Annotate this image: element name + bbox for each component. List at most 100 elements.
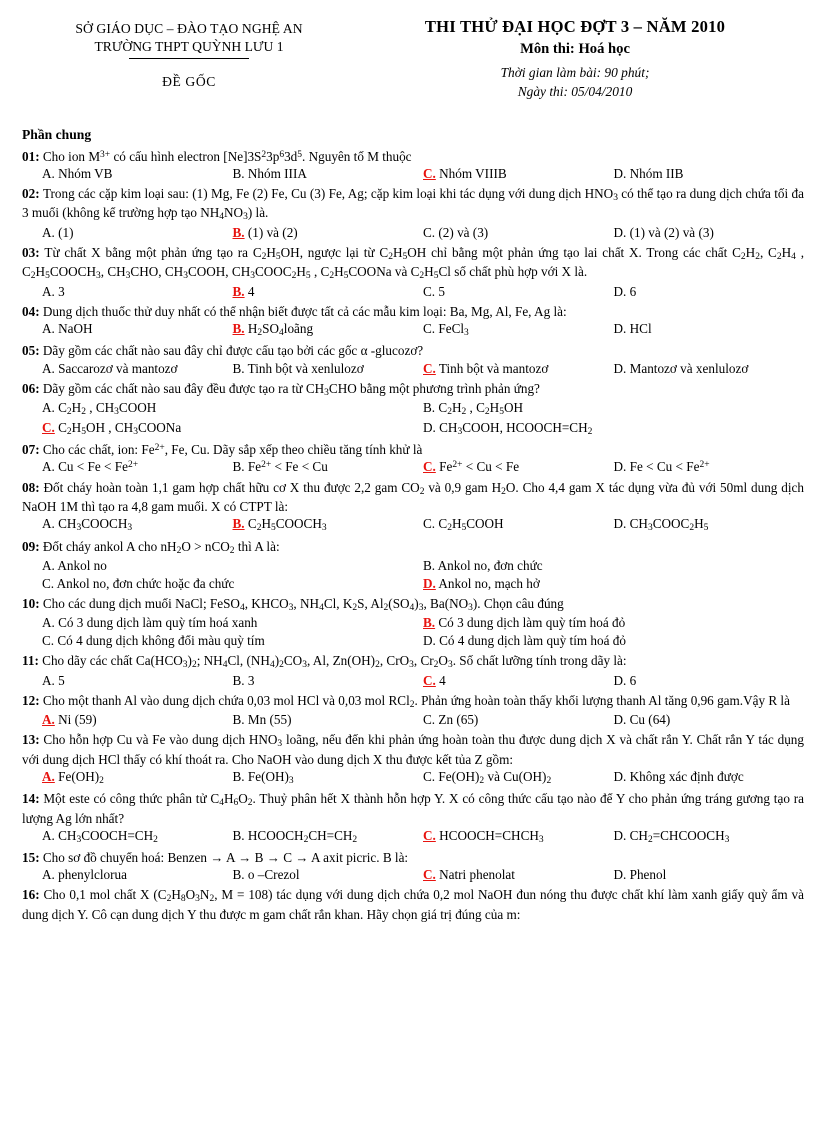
answer-option[interactable]: A. phenylclorua xyxy=(42,866,233,884)
answer-option[interactable]: B. o –Crezol xyxy=(233,866,424,884)
option-text: C2H5COOCH3 xyxy=(244,516,327,534)
answer-option[interactable]: A. Ankol no xyxy=(42,557,423,575)
option-label: D. xyxy=(613,283,627,299)
answer-option[interactable]: B. Mn (55) xyxy=(233,711,424,729)
answer-option[interactable]: C. (2) và (3) xyxy=(423,224,614,242)
answer-option-selected[interactable]: B. (1) và (2) xyxy=(233,224,424,242)
exam-date: Ngày thi: 05/04/2010 xyxy=(517,84,633,100)
option-text: C2H2 , C2H5OH xyxy=(435,400,523,418)
question-number: 01: xyxy=(22,148,43,164)
answer-option[interactable]: B. Ankol no, đơn chức xyxy=(423,557,804,575)
option-text: Nhóm VIIIB xyxy=(435,165,507,181)
answer-option[interactable]: A. CH3COOCH=CH2 xyxy=(42,827,233,847)
option-label: A. xyxy=(42,867,55,883)
answer-option-selected[interactable]: B. H2SO4loãng xyxy=(233,320,424,340)
answer-option[interactable]: A. Nhóm VB xyxy=(42,165,233,183)
answer-option-selected[interactable]: B. Có 3 dung dịch làm quỳ tím hoá đỏ xyxy=(423,614,804,632)
answer-option[interactable]: A. Cu < Fe < Fe2+ xyxy=(42,458,233,476)
option-label: A. xyxy=(42,321,55,337)
question-text: Cho một thanh Al vào dung dịch chứa 0,03… xyxy=(42,692,790,710)
answer-option[interactable]: D. CH2=CHCOOCH3 xyxy=(614,827,805,847)
option-text: CH3COOC2H5 xyxy=(626,516,709,534)
option-label: D. xyxy=(613,827,627,843)
option-label: C. xyxy=(42,420,55,436)
answer-option[interactable]: D. (1) và (2) và (3) xyxy=(614,224,805,242)
answer-option[interactable]: D. CH3COOH, HCOOCH=CH2 xyxy=(423,419,804,439)
answer-option-selected[interactable]: C. Nhóm VIIIB xyxy=(423,165,614,183)
answer-option[interactable]: B. Fe2+ < Fe < Cu xyxy=(233,458,424,476)
answer-option-selected[interactable]: C. Natri phenolat xyxy=(423,866,614,884)
option-label: A. xyxy=(42,165,55,181)
answer-option[interactable]: A. Saccarozơ và mantozơ xyxy=(42,360,233,378)
answer-option[interactable]: C. C2H5COOH xyxy=(423,515,614,535)
answer-option[interactable]: A. Có 3 dung dịch làm quỳ tím hoá xanh xyxy=(42,614,423,632)
option-row: A. phenylclorua B. o –Crezol C. Natri phen… xyxy=(22,866,804,884)
option-label: D. xyxy=(613,672,627,688)
answer-option[interactable]: B. Fe(OH)3 xyxy=(233,768,424,788)
answer-option-selected[interactable]: B. C2H5COOCH3 xyxy=(233,515,424,535)
answer-option[interactable]: B. Nhóm IIIA xyxy=(233,165,424,183)
question-number: 03: xyxy=(22,244,45,260)
option-text: Tinh bột và mantozơ xyxy=(435,360,549,376)
option-row: A. 5 B. 3 C. 4 D. 6 xyxy=(22,672,804,690)
answer-option[interactable]: D. Phenol xyxy=(614,866,805,884)
option-text: C2H5COOH xyxy=(435,516,504,534)
answer-option[interactable]: A. 3 xyxy=(42,283,233,301)
option-label: B. xyxy=(232,224,245,240)
answer-option[interactable]: C. Có 4 dung dịch không đổi màu quỳ tím xyxy=(42,632,423,650)
answer-option[interactable]: C. FeCl3 xyxy=(423,320,614,340)
answer-option[interactable]: A. NaOH xyxy=(42,320,233,340)
option-text: FeCl3 xyxy=(435,321,469,339)
answer-option[interactable]: D. Fe < Cu < Fe2+ xyxy=(614,458,805,476)
option-row: A. Nhóm VB B. Nhóm IIIA C. Nhóm VIIIB D. Nh… xyxy=(22,165,804,183)
answer-option[interactable]: D. Cu (64) xyxy=(614,711,805,729)
answer-option[interactable]: D. Nhóm IIB xyxy=(614,165,805,183)
answer-option-selected[interactable]: A. Fe(OH)2 xyxy=(42,768,233,788)
answer-option[interactable]: C. Ankol no, đơn chức hoặc đa chức xyxy=(42,575,423,593)
question-number: 11: xyxy=(22,653,43,669)
answer-option[interactable]: C. Zn (65) xyxy=(423,711,614,729)
option-label: A. xyxy=(42,615,55,631)
answer-option[interactable]: B. HCOOCH2CH=CH2 xyxy=(233,827,424,847)
answer-option[interactable]: D. 6 xyxy=(614,672,805,690)
answer-option[interactable]: A. C2H2 , CH3COOH xyxy=(42,399,423,419)
answer-option-selected[interactable]: C. HCOOCH=CHCH3 xyxy=(423,827,614,847)
answer-option[interactable]: B. Tinh bột và xenlulozơ xyxy=(233,360,424,378)
option-text: 5 xyxy=(435,283,445,299)
option-text: 3 xyxy=(244,672,255,688)
question-list: 01: Cho ion M3+ có cấu hình electron [Ne… xyxy=(22,148,804,923)
answer-option[interactable]: D. Mantozơ và xenlulozơ xyxy=(614,360,805,378)
option-row: A. Cu < Fe < Fe2+ B. Fe2+ < Fe < Cu C. Fe2… xyxy=(22,458,804,476)
answer-option-selected[interactable]: C. 4 xyxy=(423,672,614,690)
exam-duration: Thời gian làm bài: 90 phút; xyxy=(500,64,650,80)
option-text: Mantozơ và xenlulozơ xyxy=(626,360,749,376)
answer-option-selected[interactable]: C. C2H5OH , CH3COONa xyxy=(42,419,423,439)
question-number: 15: xyxy=(22,850,43,866)
exam-subject: Môn thi: Hoá học xyxy=(520,41,630,58)
answer-option[interactable]: D. 6 xyxy=(614,283,805,301)
option-text: (1) và (2) xyxy=(244,224,298,240)
answer-option-selected[interactable]: A. Ni (59) xyxy=(42,711,233,729)
option-text: Fe2+ < Cu < Fe xyxy=(435,459,520,475)
answer-option[interactable]: A. CH3COOCH3 xyxy=(42,515,233,535)
question-text: Dung dịch thuốc thử duy nhất có thể nhận… xyxy=(42,304,567,320)
answer-option[interactable]: D. Có 4 dung dịch làm quỳ tím hoá đỏ xyxy=(423,632,804,650)
answer-option[interactable]: B. 3 xyxy=(233,672,424,690)
question-item: 13: Cho hỗn hợp Cu và Fe vào dung dịch H… xyxy=(22,731,804,787)
answer-option[interactable]: D. HCl xyxy=(614,320,805,340)
answer-option[interactable]: D. CH3COOC2H5 xyxy=(614,515,805,535)
answer-option[interactable]: C. 5 xyxy=(423,283,614,301)
answer-option[interactable]: B. C2H2 , C2H5OH xyxy=(423,399,804,419)
answer-option-selected[interactable]: D. Ankol no, mạch hở xyxy=(423,575,804,593)
option-text: 6 xyxy=(626,283,637,299)
answer-option-selected[interactable]: C. Fe2+ < Cu < Fe xyxy=(423,458,614,476)
answer-option-selected[interactable]: C. Tinh bột và mantozơ xyxy=(423,360,614,378)
answer-option[interactable]: A. 5 xyxy=(42,672,233,690)
answer-option-selected[interactable]: B. 4 xyxy=(233,283,424,301)
question-number: 02: xyxy=(22,185,43,201)
option-label: A. xyxy=(42,283,55,299)
answer-option[interactable]: D. Không xác định được xyxy=(614,768,805,788)
answer-option[interactable]: C. Fe(OH)2 và Cu(OH)2 xyxy=(423,768,614,788)
option-label: C. xyxy=(423,867,436,883)
answer-option[interactable]: A. (1) xyxy=(42,224,233,242)
